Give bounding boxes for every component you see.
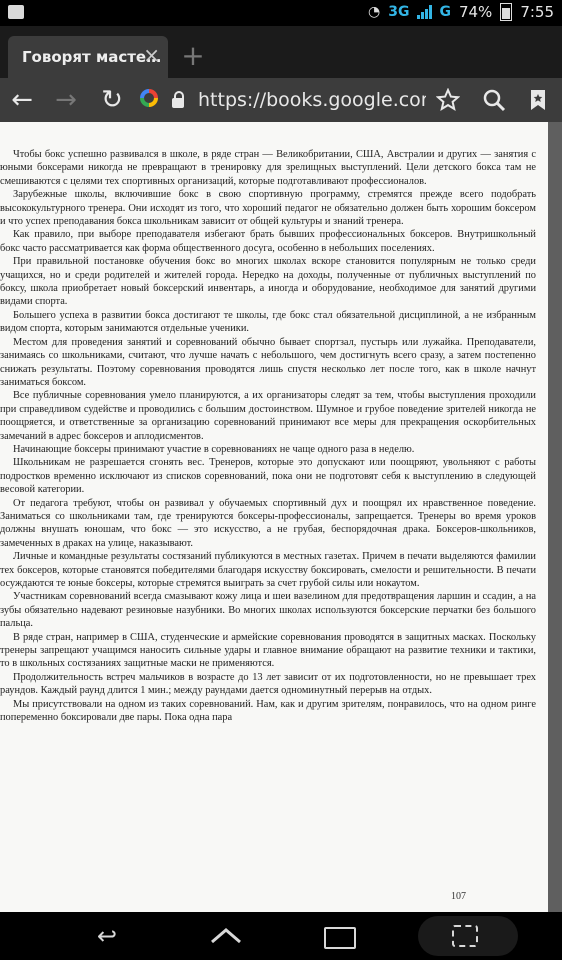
paragraph: Все публичные соревнования умело планиру… xyxy=(0,390,536,442)
clock: 7:55 xyxy=(520,3,554,21)
paragraph: Местом для проведения занятий и соревнов… xyxy=(0,336,536,388)
paragraph: Личные и командные результаты состязаний… xyxy=(0,551,536,589)
bookmarks-icon[interactable] xyxy=(528,88,548,112)
home-icon[interactable] xyxy=(208,926,244,946)
address-bar[interactable]: https://books.google.com.ua/b xyxy=(136,86,426,114)
browser-toolbar: ← → ↻ https://books.google.com.ua/b xyxy=(0,78,562,122)
paragraph: Участникам соревнований всегда смазывают… xyxy=(0,591,536,630)
paragraph: Большего успеха в развитии бокса достига… xyxy=(0,309,536,335)
close-tab-icon[interactable]: × xyxy=(143,45,160,65)
paragraph: Мы присутствовали на одном из таких соре… xyxy=(0,698,536,724)
wifi-icon: ◔ xyxy=(368,4,381,20)
back-button[interactable]: ← xyxy=(6,84,38,116)
paragraph: Как правило, при выборе преподавателя из… xyxy=(0,229,536,254)
status-bar: ◔ 3G G 74% 7:55 xyxy=(0,0,562,26)
forward-button[interactable]: → xyxy=(50,84,82,116)
signal-strength-icon xyxy=(417,5,433,19)
recent-apps-icon[interactable] xyxy=(324,927,356,949)
tab-strip: Говорят масте… × + xyxy=(0,26,562,78)
screenshot-icon xyxy=(452,925,478,947)
battery-percent: 74% xyxy=(458,3,493,21)
paragraph: Чтобы бокс успешно развивался в школе, в… xyxy=(0,149,536,187)
paragraph: Школьникам не разрешается сгонять вес. Т… xyxy=(0,457,536,496)
google-icon xyxy=(140,89,158,107)
system-nav-bar: ↩ xyxy=(0,912,562,960)
reload-button[interactable]: ↻ xyxy=(96,84,128,116)
network-type-label: 3G xyxy=(388,4,410,20)
paragraph: Начинающие боксеры принимают участие в с… xyxy=(13,443,415,455)
paragraph: От педагога требуют, чтобы он развивал у… xyxy=(0,497,536,549)
book-text: Чтобы бокс успешно развивался в школе, в… xyxy=(0,148,536,724)
nav-back-button[interactable]: ↩ xyxy=(62,912,152,960)
new-tab-button[interactable]: + xyxy=(178,42,208,72)
battery-icon xyxy=(500,3,513,21)
network-type-label-2: G xyxy=(439,4,451,20)
lock-icon xyxy=(172,91,184,108)
paragraph: В ряде стран, например в США, студенческ… xyxy=(0,631,536,670)
paragraph: Зарубежные школы, включившие бокс в свою… xyxy=(0,189,536,228)
web-content[interactable]: Чтобы бокс успешно развивался в школе, в… xyxy=(0,122,562,912)
paragraph: При правильной постановке обучения бокс … xyxy=(0,256,536,308)
url-text: https://books.google.com.ua/b xyxy=(198,89,426,111)
book-page[interactable]: Чтобы бокс успешно развивался в школе, в… xyxy=(0,122,548,912)
page-number: 107 xyxy=(451,891,466,902)
bookmark-star-icon[interactable] xyxy=(436,88,460,112)
paragraph: Продолжительность встреч мальчиков в воз… xyxy=(0,671,536,697)
active-tab[interactable]: Говорят масте… × xyxy=(8,36,168,78)
notification-image-icon xyxy=(8,5,24,19)
search-icon[interactable] xyxy=(482,88,506,112)
tab-title: Говорят масте… xyxy=(22,48,162,66)
